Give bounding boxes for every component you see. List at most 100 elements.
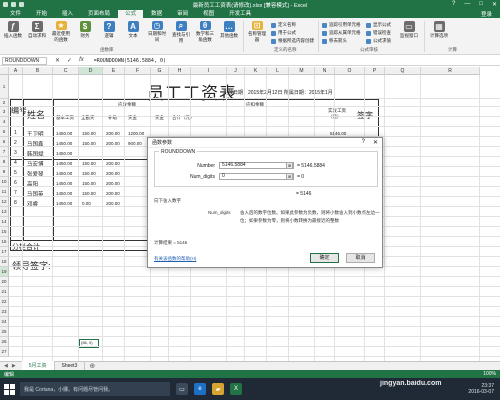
remove-arrows-button[interactable]: 移去箭头 — [322, 38, 347, 44]
column-header[interactable]: H — [169, 67, 191, 75]
row-header[interactable]: 1 — [0, 75, 9, 99]
row-header[interactable]: 18 — [0, 257, 9, 267]
zoom-level[interactable]: 100% — [483, 371, 496, 377]
watch-window-button[interactable]: ▭ 监视窗口 — [398, 21, 420, 43]
task-view-icon[interactable]: ▭ — [176, 383, 188, 395]
cancel-formula-icon[interactable]: ✕ — [55, 57, 60, 64]
quick-access-toolbar[interactable] — [3, 2, 24, 7]
row-header[interactable]: 27 — [0, 347, 9, 357]
trace-dependents-button[interactable]: 追踪从属单元格 — [322, 30, 361, 36]
row-header[interactable]: 11 — [0, 187, 9, 197]
row-header[interactable]: 13 — [0, 207, 9, 217]
login-link[interactable]: 登录 — [481, 10, 500, 18]
collapse-dialog-icon[interactable]: ⊞ — [286, 173, 293, 180]
define-name-button[interactable]: 定义名称 — [271, 22, 296, 28]
column-header[interactable]: O — [335, 67, 365, 75]
column-header[interactable]: B — [23, 67, 53, 75]
row-header[interactable]: 10 — [0, 177, 9, 187]
column-header[interactable]: Q — [385, 67, 421, 75]
row-header[interactable]: 3 — [0, 107, 9, 117]
row-header[interactable]: 22 — [0, 297, 9, 307]
column-header[interactable]: C — [53, 67, 79, 75]
row-header[interactable]: 17 — [0, 247, 9, 257]
save-icon[interactable] — [3, 2, 8, 7]
formula-input[interactable]: =ROUNDDOWN(5146.5884, 0) — [92, 58, 500, 64]
text-button[interactable]: A 文本 — [122, 21, 144, 43]
tab-view[interactable]: 视图 — [196, 10, 221, 18]
edge-icon[interactable]: e — [194, 383, 206, 395]
help-icon[interactable]: ? — [452, 1, 455, 8]
dialog-titlebar[interactable]: 函数参数 ? ✕ — [148, 138, 382, 148]
logical-button[interactable]: ? 逻辑 — [98, 21, 120, 43]
column-header[interactable]: E — [103, 67, 125, 75]
column-header[interactable]: F — [125, 67, 151, 75]
row-header[interactable]: 20 — [0, 277, 9, 287]
tab-data[interactable]: 数据 — [144, 10, 169, 18]
row-header[interactable]: 25 — [0, 327, 9, 337]
minimize-button[interactable]: — — [464, 1, 470, 8]
cortana-search[interactable]: 我是 Cortana，小娜。有问题尽管问我。 — [20, 382, 170, 396]
row-header[interactable]: 9 — [0, 167, 9, 177]
insert-function-icon[interactable]: fx — [79, 57, 84, 64]
dialog-help-icon[interactable]: ? — [362, 139, 365, 146]
tab-home[interactable]: 开始 — [29, 10, 54, 18]
row-header[interactable]: 16 — [0, 237, 9, 247]
close-button[interactable]: ✕ — [492, 1, 497, 8]
dialog-close-icon[interactable]: ✕ — [373, 139, 378, 146]
collapse-dialog-icon[interactable]: ⊞ — [286, 162, 293, 169]
next-sheet-icon[interactable]: ▶ — [12, 363, 16, 369]
trace-precedents-button[interactable]: 追踪引用单元格 — [322, 22, 361, 28]
autosum-button[interactable]: Σ 自动求和 — [26, 21, 48, 43]
more-functions-button[interactable]: … 其他函数 — [218, 21, 240, 43]
column-header[interactable]: K — [245, 67, 267, 75]
math-trig-button[interactable]: θ 数学和三角函数 — [194, 21, 216, 43]
start-icon[interactable] — [4, 383, 15, 395]
calc-options-button[interactable]: ▦ 计算选项 — [428, 21, 450, 43]
row-header[interactable]: 5 — [0, 127, 9, 137]
clock-date[interactable]: 2016-03-07 — [468, 389, 494, 395]
column-header[interactable]: R — [421, 67, 480, 75]
num-digits-input[interactable]: 0 — [219, 173, 294, 180]
column-header[interactable]: I — [191, 67, 227, 75]
maximize-button[interactable]: □ — [479, 1, 483, 8]
column-header[interactable]: J — [227, 67, 245, 75]
date-time-button[interactable]: ◷ 日期和时间 — [146, 21, 168, 43]
use-in-formula-button[interactable]: 用于公式 — [271, 30, 296, 36]
row-header[interactable]: 6 — [0, 137, 9, 147]
tab-formulas[interactable]: 公式 — [118, 10, 144, 18]
column-header[interactable]: G — [151, 67, 169, 75]
row-header[interactable]: 24 — [0, 317, 9, 327]
row-header[interactable]: 2 — [0, 99, 9, 107]
column-header[interactable]: D — [79, 67, 103, 75]
name-box[interactable]: ROUNDDOWN — [2, 56, 47, 65]
row-header[interactable]: 15 — [0, 227, 9, 237]
row-header[interactable]: 19 — [0, 267, 9, 277]
prev-sheet-icon[interactable]: ◀ — [4, 363, 8, 369]
create-from-selection-button[interactable]: 根据所选内容创建 — [271, 38, 314, 44]
column-header[interactable]: L — [267, 67, 289, 75]
row-header[interactable]: 12 — [0, 197, 9, 207]
redo-icon[interactable] — [19, 2, 24, 7]
tab-page-layout[interactable]: 页面布局 — [81, 10, 117, 18]
name-manager-button[interactable]: ⊡ 名称管理器 — [246, 21, 268, 43]
tab-review[interactable]: 审阅 — [170, 10, 195, 18]
excel-icon[interactable]: X — [230, 383, 242, 395]
column-header[interactable]: N — [315, 67, 335, 75]
undo-icon[interactable] — [11, 2, 16, 7]
show-formulas-button[interactable]: 显示公式 — [366, 22, 391, 28]
tab-developer[interactable]: 开发工具 — [222, 10, 258, 18]
tab-insert[interactable]: 插入 — [55, 10, 80, 18]
lookup-reference-button[interactable]: ⌕ 查找与引用 — [170, 21, 192, 43]
enter-formula-icon[interactable]: ✓ — [67, 57, 72, 64]
row-header[interactable]: 21 — [0, 287, 9, 297]
evaluate-formula-button[interactable]: 公式求值 — [366, 38, 391, 44]
row-header[interactable]: 8 — [0, 157, 9, 167]
help-link[interactable]: 有关该函数的帮助(H) — [154, 256, 196, 262]
column-header[interactable]: P — [365, 67, 385, 75]
insert-function-button[interactable]: ƒ 插入函数 — [2, 21, 24, 43]
number-input[interactable]: 5146.5884 — [219, 162, 294, 169]
row-header[interactable]: 14 — [0, 217, 9, 227]
explorer-icon[interactable]: ▰ — [212, 383, 224, 395]
ok-button[interactable]: 确定 — [310, 253, 339, 263]
tab-file[interactable]: 文件 — [3, 10, 28, 18]
